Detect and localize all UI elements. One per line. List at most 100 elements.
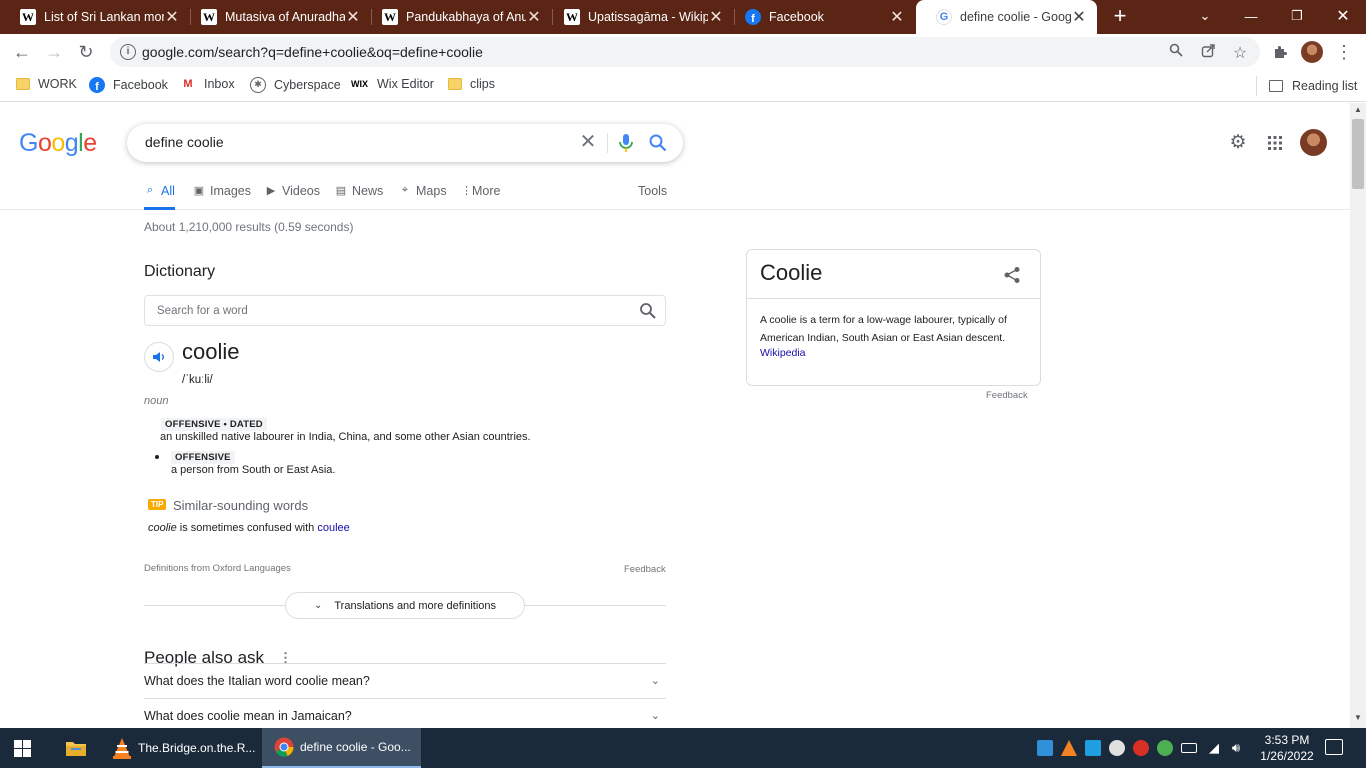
bookmark-label: WORK [38, 77, 77, 91]
bookmark-star-icon[interactable]: ☆ [1231, 43, 1249, 62]
restore-icon[interactable]: ❐ [1274, 0, 1320, 32]
back-icon[interactable]: ← [8, 38, 36, 66]
taskbar-app-chrome[interactable]: define coolie - Goo... [262, 728, 421, 768]
settings-gear-icon[interactable]: ⚙ [1227, 132, 1249, 154]
tab-all[interactable]: ⌕ All [144, 184, 175, 210]
scrollbar-thumb[interactable] [1352, 119, 1364, 189]
divider [144, 663, 666, 664]
usage-label: OFFENSIVE • DATED [161, 418, 267, 431]
site-info-icon[interactable]: i [120, 44, 136, 60]
image-icon: ▣ [193, 185, 205, 197]
bookmark-facebook[interactable]: f Facebook [89, 77, 168, 93]
tab-search-icon[interactable]: ⌄ [1182, 0, 1228, 32]
dictionary-heading: Dictionary [144, 263, 216, 280]
tab-more[interactable]: ⋮ More [461, 184, 500, 210]
apps-grid-icon[interactable] [1264, 132, 1286, 154]
tray-app-icon[interactable] [1109, 740, 1125, 756]
tools-button[interactable]: Tools [638, 184, 667, 210]
system-clock[interactable]: 3:53 PM 1/26/2022 [1251, 732, 1323, 764]
clock-date: 1/26/2022 [1260, 749, 1314, 763]
bookmark-clips[interactable]: clips [448, 77, 495, 91]
tab-title: Upatissagāma - Wikip [588, 10, 708, 24]
search-icon[interactable] [639, 302, 657, 320]
zoom-icon[interactable] [1167, 43, 1185, 61]
profile-avatar[interactable] [1301, 41, 1323, 63]
minimize-icon[interactable]: — [1228, 0, 1274, 32]
tab-videos[interactable]: ▶ Videos [265, 184, 320, 210]
page-scrollbar[interactable]: ▲ ▼ [1350, 103, 1366, 728]
browser-toolbar: ← → ↻ i google.com/search?q=define+cooli… [0, 34, 1366, 70]
tray-app-icon[interactable] [1085, 740, 1101, 756]
folder-icon [448, 78, 462, 90]
knowledge-panel-title: Coolie [760, 260, 823, 285]
menu-dots-icon[interactable]: ⋮ [1332, 40, 1356, 64]
browser-tab-6-active[interactable]: G define coolie - Google ✕ [916, 0, 1097, 34]
new-tab-button[interactable]: + [1108, 5, 1132, 29]
reading-list-button[interactable]: Reading list [1256, 76, 1357, 96]
windows-taskbar: The.Bridge.on.the.R... define coolie - G… [0, 728, 1366, 768]
reload-icon[interactable]: ↻ [72, 38, 100, 66]
bookmark-wix-editor[interactable]: WIX Wix Editor [351, 77, 434, 91]
confused-word: coolie [148, 522, 177, 534]
volume-icon[interactable]: 🔊︎ [1228, 740, 1244, 756]
vlc-tray-icon[interactable] [1061, 740, 1077, 756]
pronunciation-speaker-button[interactable] [144, 342, 174, 372]
url-text[interactable]: google.com/search?q=define+coolie&oq=def… [142, 44, 483, 60]
battery-icon[interactable] [1181, 743, 1197, 753]
wikipedia-icon: W [201, 9, 217, 25]
map-pin-icon: ⌖ [401, 184, 409, 196]
address-bar[interactable]: i google.com/search?q=define+coolie&oq=d… [110, 37, 1260, 67]
google-results-page: Google define coolie ✕ ⚙ ⌕ All ▣ Images … [0, 103, 1350, 728]
microphone-icon[interactable] [617, 133, 635, 153]
forward-icon[interactable]: → [40, 38, 68, 66]
notifications-icon[interactable] [1325, 739, 1343, 755]
wikipedia-link[interactable]: Wikipedia [760, 347, 806, 359]
scroll-up-arrow-icon[interactable]: ▲ [1350, 105, 1366, 119]
close-tab-icon[interactable]: ✕ [345, 7, 361, 27]
search-box[interactable]: define coolie ✕ [127, 124, 683, 162]
close-tab-icon[interactable]: ✕ [708, 7, 724, 27]
browser-tab-1[interactable]: W List of Sri Lankan mon ✕ [0, 0, 190, 34]
google-account-avatar[interactable] [1300, 129, 1327, 156]
taskbar-app-vlc[interactable]: The.Bridge.on.the.R... [104, 728, 255, 768]
scroll-down-arrow-icon[interactable]: ▼ [1350, 713, 1366, 727]
knowledge-panel-feedback-link[interactable]: Feedback [986, 390, 1028, 401]
share-icon[interactable] [1003, 266, 1021, 284]
bookmark-cyberspace[interactable]: ✱ Cyberspace [250, 77, 341, 93]
close-window-icon[interactable]: ✕ [1320, 0, 1366, 32]
paa-question-1[interactable]: What does the Italian word coolie mean? … [144, 674, 666, 688]
dictionary-search-field[interactable]: Search for a word [144, 295, 666, 326]
globe-icon: ✱ [250, 77, 266, 93]
share-icon[interactable] [1199, 43, 1217, 61]
chevron-down-icon: ⌄ [650, 675, 660, 687]
browser-tab-2[interactable]: W Mutasiva of Anuradha ✕ [181, 0, 371, 34]
clear-search-icon[interactable]: ✕ [577, 131, 599, 153]
dictionary-feedback-link[interactable]: Feedback [624, 564, 666, 575]
file-explorer-button[interactable] [58, 728, 94, 768]
windows-start-icon[interactable] [14, 740, 31, 757]
close-tab-icon[interactable]: ✕ [164, 7, 180, 27]
coulee-link[interactable]: coulee [317, 522, 349, 534]
close-tab-icon[interactable]: ✕ [1071, 7, 1087, 27]
paa-question-2[interactable]: What does coolie mean in Jamaican? ⌄ [144, 709, 666, 723]
bookmark-work[interactable]: WORK [16, 77, 77, 91]
utorrent-tray-icon[interactable] [1157, 740, 1173, 756]
extensions-icon[interactable] [1268, 40, 1292, 64]
tab-news[interactable]: ▤ News [335, 184, 383, 210]
close-tab-icon[interactable]: ✕ [526, 7, 542, 27]
bookmark-inbox[interactable]: M Inbox [180, 77, 234, 91]
close-tab-icon[interactable]: ✕ [889, 7, 905, 27]
tray-app-icon[interactable] [1037, 740, 1053, 756]
google-logo[interactable]: Google [19, 129, 97, 158]
search-input[interactable]: define coolie [145, 134, 224, 150]
dictionary-source[interactable]: Definitions from Oxford Languages [144, 563, 291, 574]
browser-tab-4[interactable]: W Upatissagāma - Wikip ✕ [544, 0, 734, 34]
search-icon[interactable] [649, 134, 667, 152]
translations-more-button[interactable]: ⌄ Translations and more definitions [285, 592, 525, 619]
browser-tab-3[interactable]: W Pandukabhaya of Anu ✕ [362, 0, 552, 34]
tray-app-icon[interactable] [1133, 740, 1149, 756]
wifi-icon[interactable]: ◢ [1206, 740, 1222, 756]
tab-maps[interactable]: ⌖ Maps [399, 184, 447, 210]
tab-images[interactable]: ▣ Images [193, 184, 251, 210]
browser-tab-5[interactable]: f Facebook ✕ [725, 0, 915, 34]
